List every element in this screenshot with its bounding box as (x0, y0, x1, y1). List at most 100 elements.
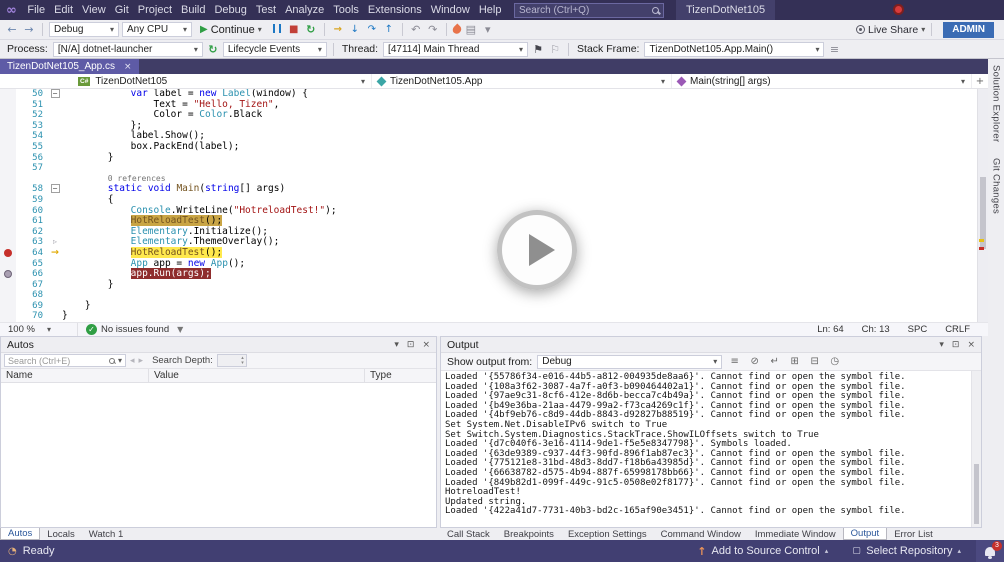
autos-body[interactable] (1, 383, 436, 527)
tab-error-list[interactable]: Error List (887, 528, 940, 540)
toolbar-overflow-icon[interactable]: ▾ (481, 23, 495, 36)
select-repository-button[interactable]: ▢ Select Repository ▴ (843, 540, 970, 562)
breakpoint-margin[interactable] (0, 121, 16, 132)
tab-call-stack[interactable]: Call Stack (440, 528, 497, 540)
word-wrap-icon[interactable]: ↵ (767, 356, 782, 367)
breakpoint-margin[interactable] (0, 142, 16, 153)
breakpoint-margin[interactable] (0, 131, 16, 142)
breakpoint-margin[interactable] (0, 248, 16, 259)
close-icon[interactable]: × (967, 340, 975, 350)
output-scrollbar-thumb[interactable] (974, 464, 979, 524)
tab-locals[interactable]: Locals (40, 528, 81, 540)
output-panel-header[interactable]: Output ▾ ⊡ × (441, 337, 981, 353)
breakpoint-margin[interactable] (0, 206, 16, 217)
breakpoint-margin[interactable] (0, 100, 16, 111)
step-out-icon[interactable]: ↑ (382, 24, 396, 35)
close-icon[interactable]: × (422, 340, 430, 350)
zoom-control[interactable]: 100 % ▾ (4, 323, 78, 336)
spinner-down-icon[interactable]: ▾ (241, 361, 244, 366)
menu-extensions[interactable]: Extensions (363, 0, 426, 20)
fold-collapse-icon[interactable]: − (51, 184, 60, 193)
flag-outline-icon[interactable]: ⚐ (548, 43, 562, 56)
tab-breakpoints[interactable]: Breakpoints (497, 528, 561, 540)
timestamp-icon[interactable]: ◷ (827, 356, 842, 367)
menu-edit[interactable]: Edit (50, 0, 78, 20)
search-back-icon[interactable]: ◂ (130, 356, 135, 366)
search-forward-icon[interactable]: ▸ (139, 356, 144, 366)
tab-immediate-window[interactable]: Immediate Window (748, 528, 843, 540)
tab-watch-1[interactable]: Watch 1 (82, 528, 131, 540)
menu-view[interactable]: View (78, 0, 111, 20)
menu-test[interactable]: Test (251, 0, 280, 20)
line-ending-indicator[interactable]: CRLF (945, 324, 970, 335)
clear-all-icon[interactable]: ⊘ (747, 356, 762, 367)
stack-frame-combo[interactable]: TizenDotNet105.App.Main() ▾ (644, 42, 824, 57)
menu-help[interactable]: Help (474, 0, 506, 20)
output-body[interactable]: Loaded '{55786f34-e016-44b5-a812-004935d… (441, 371, 981, 527)
class-dropdown[interactable]: TizenDotNet105.App ▾ (372, 74, 672, 88)
quick-search-input[interactable] (519, 5, 648, 16)
menu-window[interactable]: Window (426, 0, 474, 20)
output-scrollbar[interactable] (971, 371, 981, 527)
chevron-down-icon[interactable]: ▾ (921, 25, 925, 34)
messages-icon[interactable]: ≡ (727, 356, 742, 367)
breakpoint-margin[interactable] (0, 184, 16, 195)
breakpoint-margin[interactable] (0, 174, 16, 185)
breakpoint-margin[interactable] (0, 227, 16, 238)
filter-icon[interactable]: ▼ (177, 325, 183, 334)
solution-platform-combo[interactable]: Any CPU ▾ (122, 22, 192, 37)
thread-combo[interactable]: [47114] Main Thread ▾ (383, 42, 528, 57)
autos-search-input[interactable] (8, 356, 106, 366)
menu-debug[interactable]: Debug (210, 0, 251, 20)
background-tasks-icon[interactable]: ◔ (8, 546, 17, 557)
close-tab-icon[interactable]: × (124, 62, 132, 72)
step-over-icon[interactable]: ↷ (365, 24, 379, 35)
editor-vertical-scrollbar[interactable] (977, 89, 988, 322)
search-depth-spinner[interactable]: ▴ ▾ (217, 354, 247, 367)
space-mode-indicator[interactable]: SPC (908, 324, 928, 335)
stop-debugging-icon[interactable]: ■ (287, 24, 301, 35)
side-tab-solution-explorer[interactable]: Solution Explorer (991, 65, 1002, 142)
add-to-source-control-button[interactable]: ↑ Add to Source Control ▴ (688, 540, 837, 562)
breakpoint-icon[interactable] (4, 249, 12, 257)
menu-git[interactable]: Git (110, 0, 133, 20)
breakpoint-margin[interactable] (0, 280, 16, 291)
menu-file[interactable]: File (23, 0, 50, 20)
admin-button[interactable]: ADMIN (943, 22, 994, 38)
breakpoint-margin[interactable] (0, 216, 16, 227)
tab-exception-settings[interactable]: Exception Settings (561, 528, 654, 540)
breakpoint-margin[interactable] (0, 163, 16, 174)
quick-search-box[interactable] (514, 3, 664, 18)
autos-search-box[interactable]: ▾ (4, 354, 126, 367)
redo-icon[interactable]: ↷ (426, 23, 440, 36)
side-tab-git-changes[interactable]: Git Changes (991, 158, 1002, 214)
menu-tools[interactable]: Tools (329, 0, 364, 20)
breakpoint-disabled-icon[interactable] (4, 270, 12, 278)
step-into-icon[interactable]: ↓ (348, 24, 362, 35)
undo-icon[interactable]: ↶ (409, 23, 423, 36)
video-play-button[interactable] (497, 210, 577, 290)
column-header-name[interactable]: Name (1, 369, 149, 382)
breakpoint-margin[interactable] (0, 311, 16, 322)
method-dropdown[interactable]: Main(string[] args) ▾ (672, 74, 972, 88)
breakpoint-margin[interactable] (0, 290, 16, 301)
document-tab-active[interactable]: TizenDotNet105_App.cs × (0, 59, 139, 74)
flag-threads-icon[interactable]: ⚑ (531, 43, 545, 56)
collapse-all-icon[interactable]: ⊟ (807, 356, 822, 367)
solution-configuration-combo[interactable]: Debug ▾ (49, 22, 119, 37)
breakpoint-margin[interactable] (0, 259, 16, 270)
breakpoint-margin[interactable] (0, 301, 16, 312)
output-source-combo[interactable]: Debug ▾ (537, 355, 722, 369)
window-position-icon[interactable]: ▾ (394, 340, 399, 350)
breakpoint-margin[interactable] (0, 195, 16, 206)
process-combo[interactable]: [N/A] dotnet-launcher ▾ (53, 42, 203, 57)
breakpoint-margin[interactable] (0, 153, 16, 164)
project-dropdown[interactable]: C# TizenDotNet105 ▾ (72, 74, 372, 88)
navigate-forward-icon[interactable]: → (22, 23, 36, 36)
breakpoint-margin[interactable] (0, 237, 16, 248)
show-next-statement-icon[interactable]: → (331, 24, 345, 35)
tab-output[interactable]: Output (843, 528, 888, 540)
find-in-files-icon[interactable]: ▤ (464, 23, 478, 36)
code-editor[interactable]: 50− var label = new Label(window) {51 Te… (0, 89, 988, 322)
refresh-process-icon[interactable]: ↻ (206, 43, 220, 56)
